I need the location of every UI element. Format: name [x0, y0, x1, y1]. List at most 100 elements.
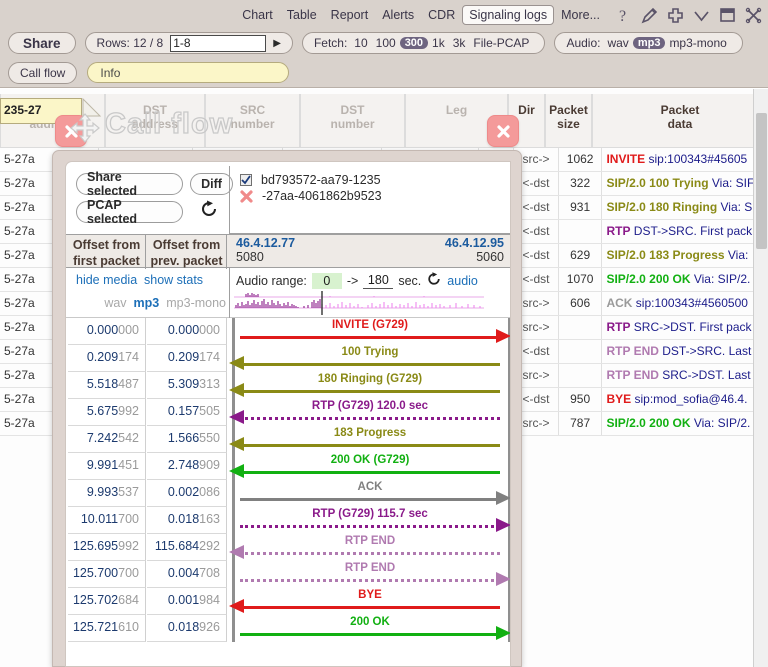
share-selected-button[interactable]: Share selected [76, 170, 183, 198]
page-scrollbar[interactable] [753, 89, 768, 667]
cell-packet-size: 931 [559, 196, 603, 219]
offset-int: 0.209 [167, 350, 200, 364]
table-header-packet[interactable]: Packet data [592, 94, 768, 148]
message-arrow-head [229, 410, 244, 424]
fetch-option-file-pcap[interactable]: File-PCAP [469, 36, 533, 50]
offset-from-first: 10.011700 [68, 507, 146, 534]
fetch-option-1k[interactable]: 1k [428, 36, 449, 50]
message-cell[interactable]: RTP END [229, 534, 510, 561]
call-flow-dialog: Share selected Diff PCAP selected bd7935… [65, 161, 511, 667]
call-flow-row[interactable]: 7.242542 1.566550 183 Progress [66, 426, 510, 453]
offset-from-first: 5.675992 [68, 399, 146, 426]
offset-from-prev: 0.001984 [147, 588, 227, 615]
fetch-option-300[interactable]: 300 [399, 37, 429, 49]
audio-link[interactable]: audio [447, 274, 478, 288]
refresh-icon[interactable] [199, 199, 219, 222]
call-flow-row[interactable]: 125.700700 0.004708 RTP END [66, 561, 510, 588]
call-flow-row[interactable]: 10.011700 0.018163 RTP (G729) 115.7 sec [66, 507, 510, 534]
rows-next-icon[interactable]: ▶ [273, 38, 281, 49]
page-scrollbar-thumb[interactable] [756, 113, 767, 249]
audio-range-from-input[interactable] [311, 272, 342, 289]
message-arrow-head [496, 572, 510, 586]
call-flow-row[interactable]: 9.991451 2.748909 200 OK (G729) [66, 453, 510, 480]
audio-waveform[interactable] [234, 291, 484, 315]
offset-frac: 708 [199, 566, 220, 580]
cell-packet-data: RTP DST->SRC. First pack [602, 220, 768, 243]
rows-range-input[interactable] [170, 34, 267, 52]
call-flow-button[interactable]: Call flow [8, 61, 78, 84]
message-cell[interactable]: RTP (G729) 115.7 sec [229, 507, 510, 534]
call-flow-row[interactable]: 0.000000 0.000000 INVITE (G729) [66, 318, 510, 345]
nav-alerts[interactable]: Alerts [375, 6, 421, 24]
offset-int: 0.000 [86, 323, 119, 337]
offset-from-first: 5.518487 [68, 372, 146, 399]
call-flow-row[interactable]: 125.721610 0.018926 200 OK [66, 615, 510, 642]
move-icon[interactable] [69, 113, 101, 146]
message-cell[interactable]: INVITE (G729) [229, 318, 510, 345]
call-flow-row[interactable]: 125.695992 115.684292 RTP END [66, 534, 510, 561]
audio-option-wav[interactable]: wav [603, 36, 632, 50]
message-arrow-line [240, 525, 500, 528]
call-flow-row[interactable]: 5.675992 0.157505 RTP (G729) 120.0 sec [66, 399, 510, 426]
nav-signaling-logs[interactable]: Signaling logs [462, 5, 555, 25]
window-icon[interactable] [719, 7, 736, 23]
message-arrow-head [229, 599, 244, 613]
message-cell[interactable]: 200 OK (G729) [229, 453, 510, 480]
message-cell[interactable]: ACK [229, 480, 510, 507]
message-cell[interactable]: BYE [229, 588, 510, 615]
table-header-packet[interactable]: Packet size [545, 94, 592, 148]
pcap-selected-button[interactable]: PCAP selected [76, 198, 183, 226]
audio-range-row: Audio range: -> sec. audio [230, 268, 510, 290]
hide-media-link[interactable]: hide media [76, 273, 137, 287]
message-cell[interactable]: 200 OK [229, 615, 510, 642]
nav-chart[interactable]: Chart [235, 6, 280, 24]
nav-more[interactable]: More... [554, 6, 607, 24]
call-flow-row[interactable]: 5.518487 5.309313 180 Ringing (G729) [66, 372, 510, 399]
remove-x-icon[interactable] [240, 189, 253, 203]
offset-frac: 174 [118, 350, 139, 364]
offset-from-prev: 0.018926 [147, 615, 227, 642]
nav-table[interactable]: Table [280, 6, 324, 24]
call-flow-row[interactable]: 0.209174 0.209174 100 Trying [66, 345, 510, 372]
offset-first-packet-header: Offset from first packet [68, 235, 146, 269]
dialog-title: Call flow [104, 107, 234, 140]
message-cell[interactable]: 183 Progress [229, 426, 510, 453]
format-mp3-mono[interactable]: mp3-mono [166, 296, 226, 310]
call-id-checkbox[interactable] [240, 174, 252, 186]
message-cell[interactable]: 100 Trying [229, 345, 510, 372]
message-cell[interactable]: RTP END [229, 561, 510, 588]
pencil-icon[interactable] [641, 7, 658, 24]
message-label: BYE [358, 589, 382, 601]
refresh-icon[interactable] [426, 271, 442, 290]
format-wav[interactable]: wav [104, 296, 126, 310]
audio-option-mp3[interactable]: mp3 [632, 37, 666, 49]
plus-icon[interactable] [667, 7, 684, 24]
cell-packet-data: RTP SRC->DST. First pack [602, 316, 768, 339]
close-icon[interactable] [745, 7, 762, 24]
format-mp3[interactable]: mp3 [134, 296, 160, 310]
packet-detail: SRC->DST. First pack [630, 320, 752, 334]
message-label: 180 Ringing (G729) [317, 373, 423, 385]
call-flow-row[interactable]: 125.702684 0.001984 BYE [66, 588, 510, 615]
show-stats-link[interactable]: show stats [144, 273, 203, 287]
offset-frac: 313 [199, 377, 220, 391]
fetch-option-3k[interactable]: 3k [449, 36, 470, 50]
share-button[interactable]: Share [8, 32, 76, 54]
info-field[interactable]: Info [87, 62, 290, 83]
offset-int: 125.721 [72, 620, 119, 634]
call-flow-row[interactable]: 9.993537 0.002086 ACK [66, 480, 510, 507]
dialog-close-right-button[interactable] [487, 115, 519, 147]
audio-option-mp3-mono[interactable]: mp3-mono [665, 36, 730, 50]
message-cell[interactable]: RTP (G729) 120.0 sec [229, 399, 510, 426]
diff-button[interactable]: Diff [190, 173, 233, 195]
message-arrow-line [240, 417, 500, 420]
fetch-option-10[interactable]: 10 [350, 36, 371, 50]
audio-range-to-input[interactable] [363, 272, 394, 289]
cell-packet-size: 1062 [559, 148, 603, 171]
nav-report[interactable]: Report [324, 6, 376, 24]
message-cell[interactable]: 180 Ringing (G729) [229, 372, 510, 399]
help-icon[interactable]: ? [617, 7, 632, 24]
fetch-option-100[interactable]: 100 [372, 36, 400, 50]
chevron-down-icon[interactable] [693, 7, 710, 24]
nav-cdr[interactable]: CDR [421, 6, 462, 24]
